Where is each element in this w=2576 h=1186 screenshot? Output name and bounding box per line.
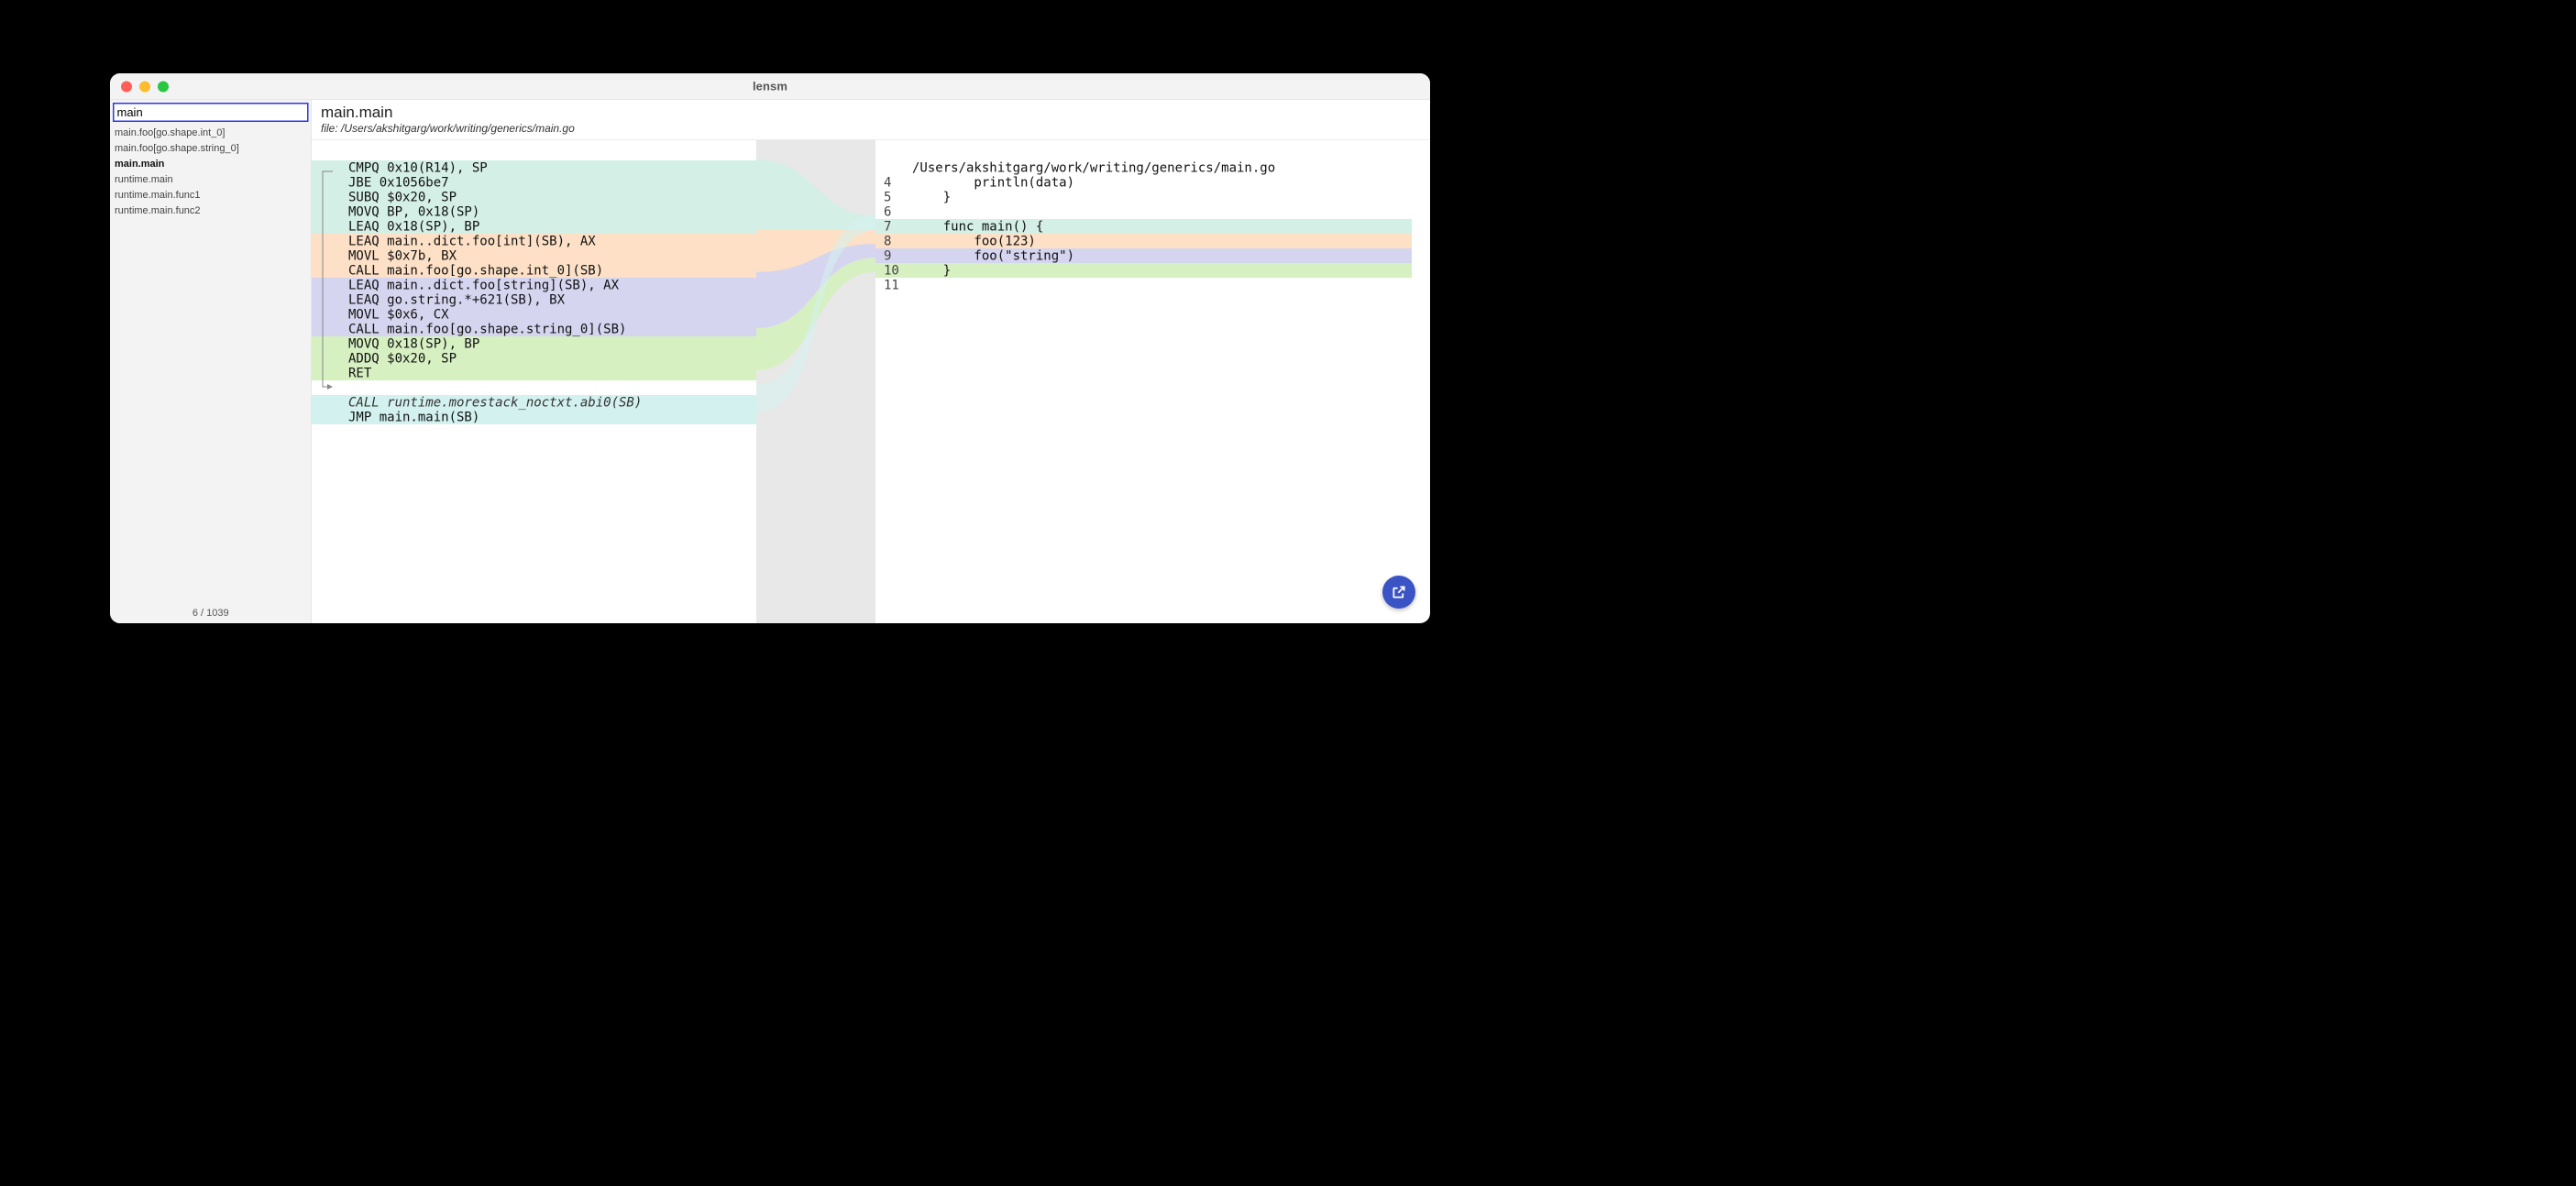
line-number: 11 <box>875 278 912 292</box>
source-code: /Users/akshitgarg/work/writing/generics/… <box>912 160 1412 175</box>
zoom-icon[interactable] <box>158 81 169 92</box>
function-name: main.main <box>321 104 1421 122</box>
main-header: main.main file: /Users/akshitgarg/work/w… <box>312 100 1430 140</box>
asm-line[interactable]: LEAQ main..dict.foo[int](SB), AX <box>312 234 756 248</box>
source-line[interactable]: 10 } <box>875 263 1412 278</box>
asm-line[interactable]: RET <box>312 366 756 380</box>
symbol-list-item[interactable]: runtime.main.func2 <box>113 203 309 218</box>
asm-line[interactable]: CALL main.foo[go.shape.string_0](SB) <box>312 322 756 336</box>
assembly-column: CMPQ 0x10(R14), SPJBE 0x1056be7SUBQ $0x2… <box>312 140 756 623</box>
symbol-list-item[interactable]: main.foo[go.shape.int_0] <box>113 125 309 140</box>
open-external-icon <box>1392 585 1407 600</box>
source-line[interactable]: 11 <box>875 278 1412 292</box>
asm-line[interactable]: ADDQ $0x20, SP <box>312 351 756 366</box>
minimize-icon[interactable] <box>139 81 150 92</box>
asm-line[interactable]: LEAQ 0x18(SP), BP <box>312 219 756 234</box>
source-code <box>912 204 1412 219</box>
window-title: lensm <box>110 80 1430 94</box>
app-window: lensm main.foo[go.shape.int_0]main.foo[g… <box>110 73 1430 623</box>
flow-ribbons <box>756 140 875 623</box>
symbol-list-item[interactable]: runtime.main.func1 <box>113 187 309 203</box>
line-number: 10 <box>875 263 912 278</box>
source-line[interactable]: 6 <box>875 204 1412 219</box>
asm-line[interactable]: JBE 0x1056be7 <box>312 175 756 190</box>
search-box[interactable] <box>113 103 309 122</box>
main-panel: main.main file: /Users/akshitgarg/work/w… <box>312 100 1430 623</box>
line-number: 9 <box>875 248 912 263</box>
source-code <box>912 278 1412 292</box>
code-panes: CMPQ 0x10(R14), SPJBE 0x1056be7SUBQ $0x2… <box>312 140 1430 623</box>
symbol-list: main.foo[go.shape.int_0]main.foo[go.shap… <box>112 125 310 602</box>
close-icon[interactable] <box>121 81 132 92</box>
open-external-button[interactable] <box>1382 576 1415 609</box>
asm-spacer <box>312 380 756 395</box>
symbol-list-item[interactable]: runtime.main <box>113 171 309 187</box>
source-line[interactable]: 4 println(data) <box>875 175 1412 190</box>
source-line[interactable]: 5 } <box>875 190 1412 204</box>
source-code: println(data) <box>912 175 1412 190</box>
line-number: 6 <box>875 204 912 219</box>
source-column: /Users/akshitgarg/work/writing/generics/… <box>875 140 1430 623</box>
asm-line[interactable]: MOVQ 0x18(SP), BP <box>312 336 756 351</box>
asm-line[interactable]: MOVL $0x6, CX <box>312 307 756 322</box>
asm-line[interactable]: LEAQ go.string.*+621(SB), BX <box>312 292 756 307</box>
line-number: 7 <box>875 219 912 234</box>
asm-line[interactable]: CALL main.foo[go.shape.int_0](SB) <box>312 263 756 278</box>
line-number: 5 <box>875 190 912 204</box>
app-body: main.foo[go.shape.int_0]main.foo[go.shap… <box>110 100 1430 623</box>
asm-line[interactable]: LEAQ main..dict.foo[string](SB), AX <box>312 278 756 292</box>
window-controls <box>121 81 169 92</box>
source-code: func main() { <box>912 219 1412 234</box>
symbol-list-item[interactable]: main.main <box>113 156 309 171</box>
line-number <box>875 160 912 175</box>
sidebar: main.foo[go.shape.int_0]main.foo[go.shap… <box>110 100 312 623</box>
asm-line[interactable]: CMPQ 0x10(R14), SP <box>312 160 756 175</box>
line-number: 4 <box>875 175 912 190</box>
source-line[interactable]: 8 foo(123) <box>875 234 1412 248</box>
source-code: foo(123) <box>912 234 1412 248</box>
source-code: foo("string") <box>912 248 1412 263</box>
source-line[interactable]: /Users/akshitgarg/work/writing/generics/… <box>875 160 1412 175</box>
asm-line[interactable]: JMP main.main(SB) <box>312 410 756 424</box>
source-line[interactable]: 7 func main() { <box>875 219 1412 234</box>
asm-line[interactable]: SUBQ $0x20, SP <box>312 190 756 204</box>
symbol-list-item[interactable]: main.foo[go.shape.string_0] <box>113 140 309 156</box>
source-code: } <box>912 190 1412 204</box>
asm-line[interactable]: CALL runtime.morestack_noctxt.abi0(SB) <box>312 395 756 410</box>
asm-line[interactable]: MOVL $0x7b, BX <box>312 248 756 263</box>
titlebar: lensm <box>110 73 1430 100</box>
line-number: 8 <box>875 234 912 248</box>
search-input[interactable] <box>117 105 305 120</box>
file-path: file: /Users/akshitgarg/work/writing/gen… <box>321 123 1421 136</box>
asm-line[interactable]: MOVQ BP, 0x18(SP) <box>312 204 756 219</box>
source-line[interactable]: 9 foo("string") <box>875 248 1412 263</box>
symbol-count: 6 / 1039 <box>112 602 310 623</box>
source-code: } <box>912 263 1412 278</box>
